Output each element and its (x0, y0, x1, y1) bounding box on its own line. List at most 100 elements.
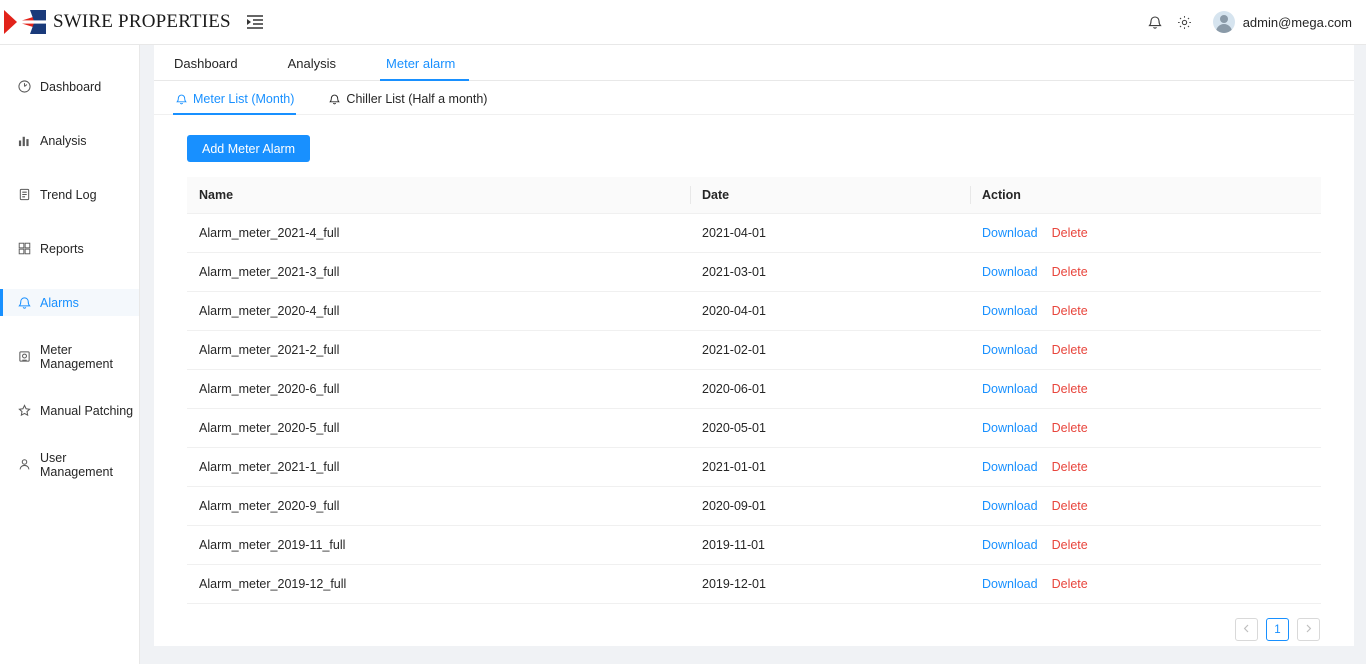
download-link[interactable]: Download (982, 304, 1038, 318)
table-row: Alarm_meter_2020-9_full 2020-09-01 Downloa… (187, 486, 1321, 526)
download-link[interactable]: Download (982, 460, 1038, 474)
gear-icon[interactable] (1170, 7, 1200, 37)
bell-icon (17, 296, 31, 310)
sidebar-item-label: Trend Log (40, 187, 97, 202)
delete-link[interactable]: Delete (1052, 265, 1088, 279)
table-body: Alarm_meter_2021-4_full 2021-04-01 Downloa… (187, 213, 1321, 604)
tab-analysis[interactable]: Analysis (274, 56, 350, 80)
meter-icon (17, 350, 31, 364)
download-link[interactable]: Download (982, 265, 1038, 279)
sidebar-item-label: Meter Management (40, 342, 113, 371)
download-link[interactable]: Download (982, 538, 1038, 552)
bell-icon (175, 93, 187, 105)
sidebar-item-alarms[interactable]: Alarms (0, 289, 139, 316)
brand-name: SWIRE PROPERTIES (53, 11, 231, 32)
tab-label: Dashboard (174, 56, 238, 71)
tab-meter-alarm[interactable]: Meter alarm (372, 56, 470, 81)
download-link[interactable]: Download (982, 577, 1038, 591)
add-meter-alarm-button[interactable]: Add Meter Alarm (187, 135, 311, 162)
download-link[interactable]: Download (982, 499, 1038, 513)
pin-icon (17, 404, 31, 418)
cell-action: Download Delete (970, 213, 1321, 253)
main-tab-bar: Dashboard Analysis Meter alarm (154, 45, 1354, 81)
sidebar-item-dashboard[interactable]: Dashboard (0, 73, 139, 100)
pagination-page-1[interactable]: 1 (1266, 618, 1289, 641)
cell-date: 2020-09-01 (690, 486, 970, 526)
delete-link[interactable]: Delete (1052, 421, 1088, 435)
sidebar-item-reports[interactable]: Reports (0, 235, 139, 262)
download-link[interactable]: Download (982, 382, 1038, 396)
delete-link[interactable]: Delete (1052, 382, 1088, 396)
sidebar-item-manual-patching[interactable]: Manual Patching (0, 397, 139, 424)
delete-link[interactable]: Delete (1052, 538, 1088, 552)
menu-fold-icon[interactable] (245, 12, 265, 32)
table-row: Alarm_meter_2019-12_full 2019-12-01 Downlo… (187, 564, 1321, 604)
table-row: Alarm_meter_2021-4_full 2021-04-01 Downloa… (187, 213, 1321, 253)
cell-name: Alarm_meter_2020-6_full (187, 369, 690, 409)
pagination-next-button[interactable] (1297, 618, 1320, 641)
table-row: Alarm_meter_2020-4_full 2020-04-01 Downloa… (187, 291, 1321, 331)
delete-link[interactable]: Delete (1052, 226, 1088, 240)
cell-name: Alarm_meter_2019-11_full (187, 525, 690, 565)
delete-link[interactable]: Delete (1052, 304, 1088, 318)
cell-name: Alarm_meter_2019-12_full (187, 564, 690, 604)
table-row: Alarm_meter_2019-11_full 2019-11-01 Downlo… (187, 525, 1321, 565)
download-link[interactable]: Download (982, 226, 1038, 240)
brand-logo: SWIRE PROPERTIES (0, 10, 231, 34)
cell-action: Download Delete (970, 408, 1321, 448)
subtab-meter-list-month[interactable]: Meter List (Month) (173, 92, 297, 115)
bar-chart-icon (17, 134, 31, 148)
sidebar-navigation: Dashboard Analysis Trend Log Reports Ala… (0, 45, 140, 664)
table-row: Alarm_meter_2020-5_full 2020-05-01 Downloa… (187, 408, 1321, 448)
delete-link[interactable]: Delete (1052, 499, 1088, 513)
cell-action: Download Delete (970, 525, 1321, 565)
subtab-label: Meter List (Month) (193, 92, 295, 106)
cell-date: 2019-11-01 (690, 525, 970, 565)
cell-name: Alarm_meter_2020-9_full (187, 486, 690, 526)
table-header-row: Name Date Action (187, 177, 1321, 214)
dashboard-icon (17, 80, 31, 94)
delete-link[interactable]: Delete (1052, 577, 1088, 591)
sidebar-item-label: Dashboard (40, 79, 102, 94)
sidebar-item-trend-log[interactable]: Trend Log (0, 181, 139, 208)
sidebar-item-meter-management[interactable]: Meter Management (0, 342, 139, 371)
user-email-label[interactable]: admin@mega.com (1243, 15, 1352, 30)
bell-icon[interactable] (1140, 7, 1170, 37)
download-link[interactable]: Download (982, 421, 1038, 435)
pagination-prev-button[interactable] (1235, 618, 1258, 641)
cell-name: Alarm_meter_2020-5_full (187, 408, 690, 448)
content-card: Meter List (Month) Chiller List (Half a … (154, 81, 1354, 646)
cell-date: 2021-01-01 (690, 447, 970, 487)
table-row: Alarm_meter_2021-2_full 2021-02-01 Downloa… (187, 330, 1321, 370)
table-row: Alarm_meter_2021-1_full 2021-01-01 Downloa… (187, 447, 1321, 487)
cell-name: Alarm_meter_2021-1_full (187, 447, 690, 487)
column-header-date: Date (690, 177, 970, 214)
table-row: Alarm_meter_2021-3_full 2021-03-01 Downloa… (187, 252, 1321, 292)
table-row: Alarm_meter_2020-6_full 2020-06-01 Downloa… (187, 369, 1321, 409)
delete-link[interactable]: Delete (1052, 343, 1088, 357)
swire-flag-icon (4, 10, 46, 34)
header-actions: admin@mega.com (1140, 7, 1366, 37)
sidebar-item-label: User Management (40, 450, 113, 479)
column-header-action: Action (970, 177, 1321, 214)
tab-label: Meter alarm (386, 56, 456, 71)
user-avatar-icon[interactable] (1212, 11, 1235, 33)
cell-action: Download Delete (970, 447, 1321, 487)
cell-action: Download Delete (970, 291, 1321, 331)
subtab-chiller-list-half-month[interactable]: Chiller List (Half a month) (326, 92, 489, 114)
top-header-bar: SWIRE PROPERTIES admin@mega.com (0, 0, 1366, 45)
cell-date: 2019-12-01 (690, 564, 970, 604)
download-link[interactable]: Download (982, 343, 1038, 357)
pagination: 1 (154, 604, 1354, 641)
cell-name: Alarm_meter_2021-3_full (187, 252, 690, 292)
tab-dashboard[interactable]: Dashboard (160, 56, 252, 80)
delete-link[interactable]: Delete (1052, 460, 1088, 474)
sidebar-item-analysis[interactable]: Analysis (0, 127, 139, 154)
alarm-table-container: Name Date Action Alarm_meter_2021-4_full… (154, 162, 1354, 604)
sidebar-item-user-management[interactable]: User Management (0, 450, 139, 479)
cell-date: 2021-03-01 (690, 252, 970, 292)
